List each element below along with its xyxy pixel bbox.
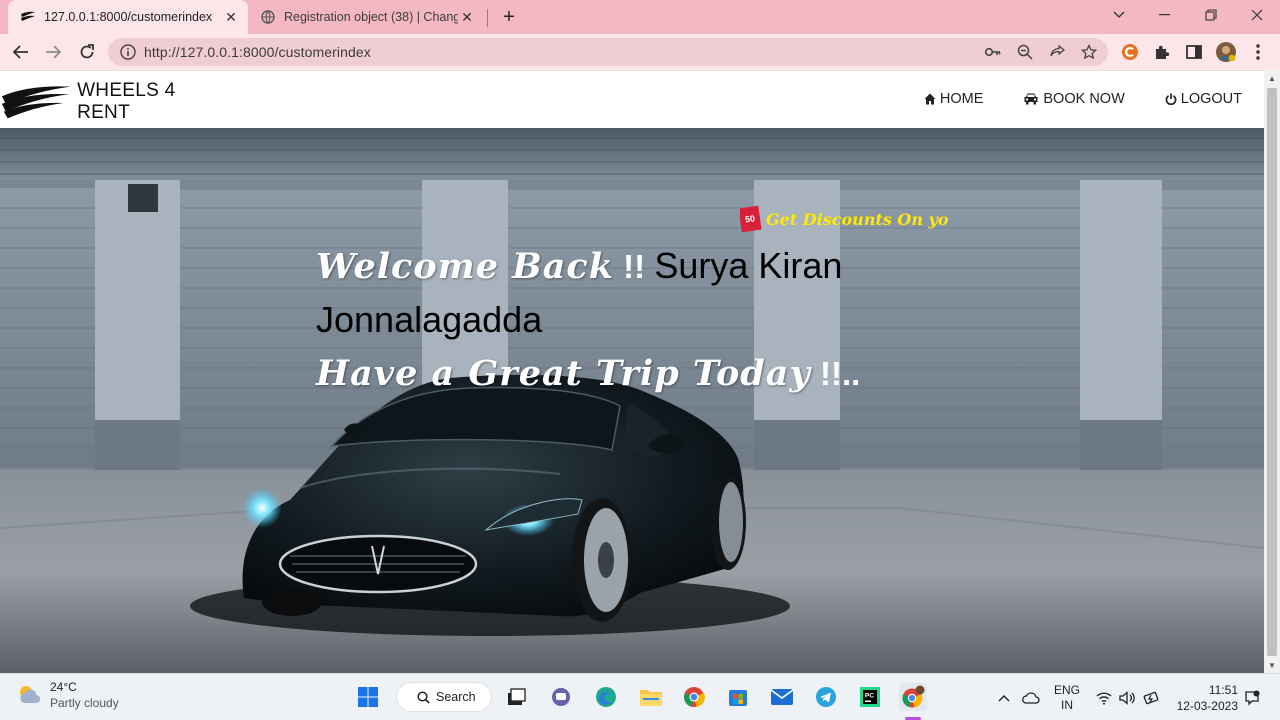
weather-widget[interactable]: 24°C Partly cloudy <box>16 680 119 710</box>
page-viewport: WHEELS 4 RENT HOME BOOK NOW LOGOUT 50 Ge… <box>0 70 1280 673</box>
nav-book-now-label: BOOK NOW <box>1043 91 1125 107</box>
search-label: Search <box>436 690 476 704</box>
browser-menu-icon[interactable] <box>1248 42 1268 62</box>
extensions-puzzle-icon[interactable] <box>1152 42 1172 62</box>
notification-icon[interactable] <box>1244 674 1260 720</box>
clock-date: 12-03-2023 <box>1176 698 1238 713</box>
zoom-icon[interactable] <box>1016 44 1034 60</box>
user-first-name: Surya Kiran <box>654 245 843 286</box>
trip-exclaim: !!.. <box>810 355 861 392</box>
browser-toolbar: http://127.0.0.1:8000/customerindex <box>0 34 1280 70</box>
nav-home-label: HOME <box>939 91 984 107</box>
power-icon <box>1165 93 1177 105</box>
clock[interactable]: 11:51 12-03-2023 <box>1176 674 1238 720</box>
telegram-icon[interactable] <box>812 683 840 711</box>
home-icon <box>924 93 936 105</box>
welcome-greeting: Welcome Back <box>316 246 614 287</box>
weather-temperature: 24°C <box>50 680 77 694</box>
tab-strip: 127.0.0.1:8000/customerindex ✕ Registrat… <box>0 0 1280 34</box>
site-navbar: WHEELS 4 RENT HOME BOOK NOW LOGOUT <box>0 70 1264 128</box>
teams-chat-icon[interactable] <box>547 683 575 711</box>
weather-condition: Partly cloudy <box>50 696 119 710</box>
brand-name: WHEELS 4 RENT <box>77 80 176 123</box>
partly-cloudy-icon <box>20 686 41 704</box>
promo-marquee: 50 Get Discounts On you <box>740 204 948 234</box>
promo-text: Get Discounts On you <box>766 209 948 229</box>
scroll-up-arrow-icon[interactable]: ▲ <box>1264 70 1280 86</box>
nav-book-now-link[interactable]: BOOK NOW <box>1023 91 1125 107</box>
clock-time: 11:51 <box>1208 682 1238 697</box>
taskbar-search[interactable]: Search <box>396 682 492 712</box>
volume-icon[interactable] <box>1119 674 1135 720</box>
back-arrow-icon[interactable] <box>8 40 34 64</box>
url-text: http://127.0.0.1:8000/customerindex <box>144 44 371 60</box>
tab-title: Registration object (38) | Change <box>284 10 458 24</box>
restore-button[interactable] <box>1188 0 1234 30</box>
wheels-logo-mark <box>1 86 72 119</box>
page-scrollbar[interactable]: ▲ ▼ <box>1264 70 1280 673</box>
side-panel-icon[interactable] <box>1184 42 1204 62</box>
nav-logout-link[interactable]: LOGOUT <box>1165 91 1242 107</box>
tab-customerindex[interactable]: 127.0.0.1:8000/customerindex ✕ <box>8 0 248 34</box>
minimize-button[interactable] <box>1142 0 1188 30</box>
key-icon[interactable] <box>984 44 1002 60</box>
tab-registration[interactable]: Registration object (38) | Change ✕ <box>252 0 484 34</box>
trip-message: Have a Great Trip Today <box>316 353 811 394</box>
tab-divider <box>487 9 488 27</box>
edge-browser-icon[interactable] <box>592 683 620 711</box>
mail-icon[interactable] <box>768 683 796 711</box>
close-tab-icon[interactable]: ✕ <box>458 8 476 26</box>
windows-start-icon[interactable] <box>354 683 382 711</box>
chrome-icon[interactable] <box>680 683 708 711</box>
windows-taskbar: 24°C Partly cloudy Search PC ENG IN 11:5… <box>0 673 1280 720</box>
close-window-button[interactable] <box>1234 0 1280 30</box>
site-info-icon[interactable] <box>120 44 136 60</box>
bookmark-star-icon[interactable] <box>1080 44 1098 60</box>
share-icon[interactable] <box>1048 44 1066 60</box>
address-bar[interactable]: http://127.0.0.1:8000/customerindex <box>108 38 1108 66</box>
extension-c-icon[interactable] <box>1120 42 1140 62</box>
close-tab-icon[interactable]: ✕ <box>222 8 240 26</box>
lang-code: ENG <box>1054 682 1081 697</box>
microsoft-store-icon[interactable] <box>724 683 752 711</box>
tab-search-chevron-icon[interactable] <box>1096 0 1142 30</box>
battery-charging-icon[interactable] <box>1142 674 1160 720</box>
globe-icon <box>260 9 276 25</box>
language-indicator[interactable]: ENG IN <box>1054 674 1080 720</box>
onedrive-cloud-icon[interactable] <box>1022 674 1040 720</box>
show-hidden-icons[interactable] <box>998 674 1010 720</box>
discount-badge: 50 <box>740 205 762 233</box>
forward-arrow-icon[interactable] <box>40 40 66 64</box>
tab-title: 127.0.0.1:8000/customerindex <box>44 10 213 24</box>
new-tab-button[interactable]: + <box>498 6 520 28</box>
welcome-message: Welcome Back !! Surya Kiran Jonnalagadda… <box>316 243 916 404</box>
wheels-logo-icon <box>20 9 36 25</box>
reload-icon[interactable] <box>74 40 100 64</box>
welcome-exclaim: !! <box>613 248 655 285</box>
car-icon <box>1024 93 1038 105</box>
svg-text:PC: PC <box>865 693 874 700</box>
chrome-profile-icon[interactable] <box>899 683 927 711</box>
search-icon <box>417 690 430 704</box>
lang-region: IN <box>1061 697 1073 712</box>
scroll-down-arrow-icon[interactable]: ▼ <box>1264 657 1280 673</box>
site-logo[interactable]: WHEELS 4 RENT <box>0 75 228 129</box>
task-view-icon[interactable] <box>502 683 530 711</box>
nav-home-link[interactable]: HOME <box>924 91 984 107</box>
profile-avatar[interactable] <box>1216 42 1236 62</box>
scroll-thumb[interactable] <box>1267 88 1277 656</box>
hero-banner: 50 Get Discounts On you Welcome Back !! … <box>0 128 1264 673</box>
file-explorer-icon[interactable] <box>637 683 665 711</box>
wifi-icon[interactable] <box>1096 674 1112 720</box>
user-last-name: Jonnalagadda <box>316 299 543 340</box>
nav-logout-label: LOGOUT <box>1180 91 1242 107</box>
pycharm-icon[interactable]: PC <box>856 683 884 711</box>
